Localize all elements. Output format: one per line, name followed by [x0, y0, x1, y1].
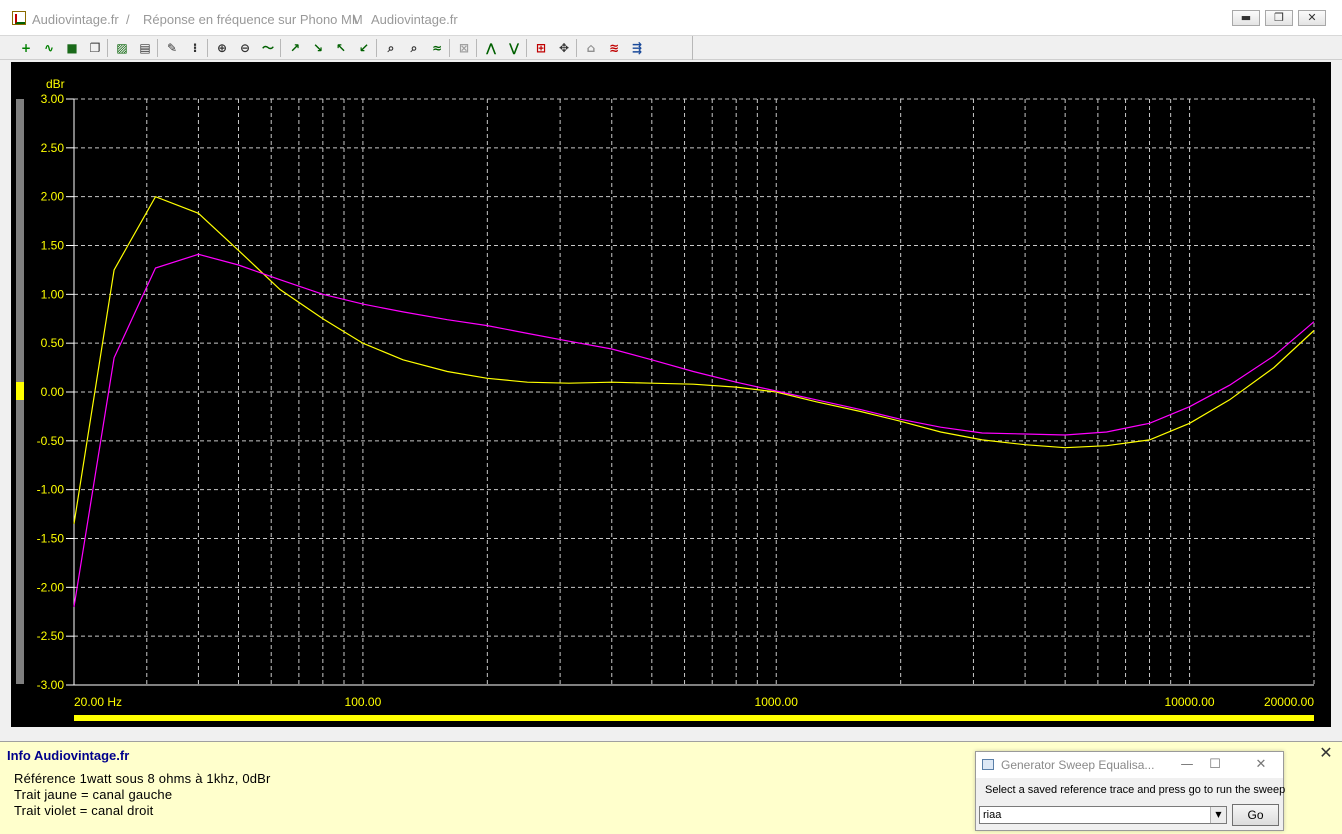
- info-close-icon[interactable]: ✕: [1318, 746, 1334, 762]
- y-tick-label: -1.00: [37, 483, 65, 497]
- info-line-reference: Référence 1watt sous 8 ohms à 1khz, 0dBr: [14, 771, 271, 786]
- dialog-window-icon: [982, 759, 994, 770]
- chart-grid: [73, 98, 1315, 686]
- dialog-close-button[interactable]: ✕: [1251, 756, 1271, 774]
- x-tick-label: 20.00 Hz: [74, 695, 122, 709]
- y-tick-label: 2.00: [41, 190, 65, 204]
- x-tick-label: 100.00: [345, 695, 382, 709]
- reference-trace-select[interactable]: riaa ▼: [979, 806, 1227, 824]
- go-button[interactable]: Go: [1232, 804, 1279, 826]
- x-tick-label: 10000.00: [1165, 695, 1215, 709]
- y-axis-label: dBr: [46, 77, 65, 91]
- dialog-title: Generator Sweep Equalisa...: [1001, 758, 1155, 772]
- dialog-prompt: Select a saved reference trace and press…: [985, 784, 1286, 796]
- dialog-minimize-button[interactable]: —: [1177, 756, 1197, 774]
- dialog-maximize-button[interactable]: ☐: [1205, 756, 1225, 774]
- chevron-down-icon[interactable]: ▼: [1210, 807, 1226, 823]
- x-tick-labels: 20.00 Hz 100.00 1000.00 10000.00 20000.00: [74, 695, 1314, 709]
- info-line-right-channel: Trait violet = canal droit: [14, 803, 154, 818]
- y-tick-label: 3.00: [41, 92, 65, 106]
- y-tick-label: -0.50: [37, 434, 65, 448]
- y-tick-label: 0.00: [41, 385, 65, 399]
- generator-sweep-dialog: Generator Sweep Equalisa... — ☐ ✕ Select…: [975, 751, 1286, 831]
- y-tick-label: -2.50: [37, 629, 65, 643]
- y-tick-label: 1.50: [41, 239, 65, 253]
- reference-trace-value: riaa: [983, 809, 1002, 821]
- x-tick-label: 1000.00: [755, 695, 799, 709]
- y-tick-label: 2.50: [41, 141, 65, 155]
- y-tick-labels: 3.00 2.50 2.00 1.50 1.00 0.50 0.00 -0.50 -1.00 -1…: [37, 92, 74, 692]
- frequency-response-chart: dBr 3.00 2.50 2.00 1.50 1.00 0.50 0.00 -0.50 -1.…: [37, 77, 1315, 709]
- right-channel-trace: [73, 253, 1315, 607]
- y-tick-label: -1.50: [37, 532, 65, 546]
- info-line-left-channel: Trait jaune = canal gauche: [14, 787, 173, 802]
- x-tick-label: 20000.00: [1264, 695, 1314, 709]
- y-tick-label: -3.00: [37, 678, 65, 692]
- info-title: Info Audiovintage.fr: [7, 748, 130, 763]
- y-tick-label: 1.00: [41, 287, 65, 301]
- y-tick-label: 0.50: [41, 336, 65, 350]
- chart-traces: [73, 195, 1315, 607]
- y-tick-label: -2.00: [37, 580, 65, 594]
- dialog-title-bar: Generator Sweep Equalisa... — ☐ ✕: [976, 752, 1283, 778]
